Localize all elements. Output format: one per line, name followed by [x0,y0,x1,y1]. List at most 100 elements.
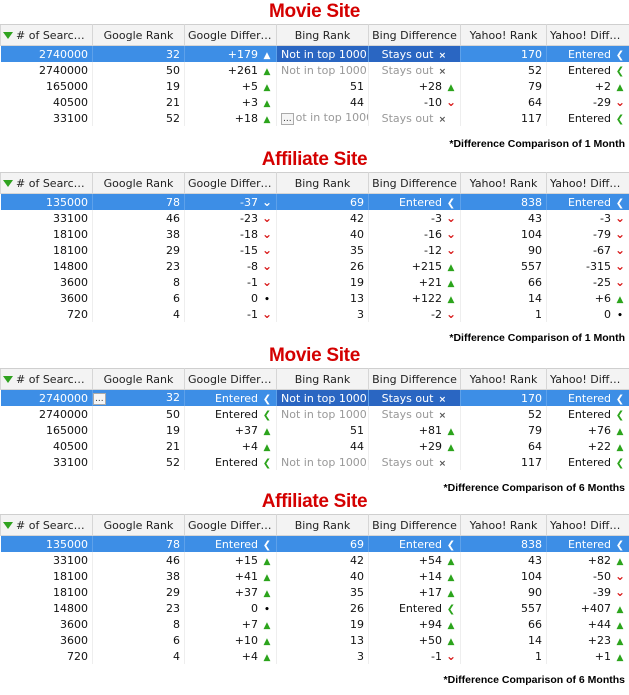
cell-searches: 135000 [0,193,93,210]
cell-google-rank: 8 [92,274,185,290]
cell-searches: 33100 [0,110,93,126]
ellipsis-button[interactable]: ... [93,393,106,405]
column-header-bing-rank[interactable]: Bing Rank [276,368,369,390]
table-row[interactable]: 3600 6 +10 ▲ 13 +50 ▲ 14 +23 ▲ [0,632,629,648]
cell-value: +261 [227,63,258,77]
column-header-bing-difference[interactable]: Bing Difference [368,514,461,536]
column-header-yahoo-rank[interactable]: Yahoo! Rank [460,514,547,536]
table-row[interactable]: 2740000 50 Entered ❮ Not in top 1000 Stays ou… [0,406,629,422]
cell-google-difference: -15 ⌄ [184,242,277,258]
table-row-selected[interactable]: 135000 78 Entered ❮ 69 Entered ❮ 838 Entered ❮ [0,535,629,552]
column-header-google-rank[interactable]: Google Rank [92,514,185,536]
table-row[interactable]: 18100 29 -15 ⌄ 35 -12 ⌄ 90 -67 ⌄ [0,242,629,258]
cell-searches: 14800 [0,258,93,274]
column-header-google-difference[interactable]: Google Differen... [184,368,277,390]
cell-bing-rank: 42 [276,210,369,226]
cell-value: 2740000 [39,407,88,421]
column-header-yahoo-rank[interactable]: Yahoo! Rank [460,368,547,390]
up-arrow-icon: ▲ [263,82,271,93]
cell-google-difference: +37 ▲ [184,584,277,600]
column-header-label: Google Difference [188,28,276,42]
cell-value: -12 [424,244,442,257]
column-header-google-rank[interactable]: Google Rank [92,368,185,390]
cell-value: +94 [418,617,442,631]
cell-bing-rank: Not in top 1000 [276,389,369,406]
column-header-yahoo-difference[interactable]: Yahoo! Differ... [546,514,629,536]
table-row[interactable]: 3600 6 0 • 13 +122 ▲ 14 +6 ▲ [0,290,629,306]
x-icon: × [438,394,447,405]
column-header-searches[interactable]: # of Searches [0,24,93,46]
table-row-selected[interactable]: 135000 78 -37 ⌄ 69 Entered ❮ 838 Entered ❮ [0,193,629,210]
cell-value: -16 [424,228,442,241]
table-row[interactable]: 18100 29 +37 ▲ 35 +17 ▲ 90 -39 ⌄ [0,584,629,600]
table-row[interactable]: 33100 46 +15 ▲ 42 +54 ▲ 43 +82 ▲ [0,552,629,568]
cell-bing-difference: Stays out × [368,406,461,422]
table-row[interactable]: 3600 8 -1 ⌄ 19 +21 ▲ 66 -25 ⌄ [0,274,629,290]
column-header-google-difference[interactable]: Google Differen... [184,514,277,536]
column-header-bing-rank[interactable]: Bing Rank [276,24,369,46]
table-row[interactable]: 18100 38 -18 ⌄ 40 -16 ⌄ 104 -79 ⌄ [0,226,629,242]
column-header-bing-rank[interactable]: Bing Rank [276,514,369,536]
column-header-searches[interactable]: # of Searches [0,172,93,194]
cell-value: +37 [234,423,258,437]
column-header-yahoo-difference[interactable]: Yahoo! Differ... [546,368,629,390]
column-header-yahoo-difference[interactable]: Yahoo! Differ... [546,172,629,194]
cell-value: 14 [528,633,542,647]
table-row[interactable]: 165000 19 +5 ▲ 51 +28 ▲ 79 +2 ▲ [0,78,629,94]
table-row[interactable]: 2740000 50 +261 ▲ Not in top 1000 Stays out × 5… [0,62,629,78]
table-row[interactable]: 18100 38 +41 ▲ 40 +14 ▲ 104 -50 ⌄ [0,568,629,584]
column-header-google-difference[interactable]: Google Differen... [184,172,277,194]
cell-value: Entered [567,407,611,421]
cell-value: 838 [521,195,542,209]
column-header-bing-difference[interactable]: Bing Difference [368,172,461,194]
down-arrow-icon: ⌄ [446,649,457,663]
x-icon: × [438,114,447,125]
column-header-searches[interactable]: # of Searches [0,368,93,390]
column-header-bing-difference[interactable]: Bing Difference [368,368,461,390]
cell-value: 1 [535,307,542,321]
column-header-google-rank[interactable]: Google Rank [92,24,185,46]
cell-searches: 33100 [0,454,93,470]
cell-bing-rank: 26 [276,600,369,616]
table-row[interactable]: 40500 21 +4 ▲ 44 +29 ▲ 64 +22 ▲ [0,438,629,454]
table-row[interactable]: 33100 52 Entered ❮ Not in top 1000 Stays out ×… [0,454,629,470]
table-row[interactable]: 33100 46 -23 ⌄ 42 -3 ⌄ 43 -3 ⌄ [0,210,629,226]
column-header-yahoo-rank[interactable]: Yahoo! Rank [460,172,547,194]
cell-value: 46 [166,211,180,225]
column-header-yahoo-difference[interactable]: Yahoo! Difference [546,24,629,46]
table-row[interactable]: 165000 19 +37 ▲ 51 +81 ▲ 79 +76 ▲ [0,422,629,438]
cell-value: 18100 [53,569,88,583]
table-row[interactable]: 3600 8 +7 ▲ 19 +94 ▲ 66 +44 ▲ [0,616,629,632]
cell-searches: 135000 [0,535,93,552]
column-header-yahoo-rank[interactable]: Yahoo! Rank [460,24,547,46]
cell-value: 3600 [60,275,88,289]
column-header-label: Yahoo! Rank [469,176,538,190]
table-row[interactable]: 720 4 +4 ▲ 3 -1 ⌄ 1 +1 ▲ [0,648,629,664]
cell-value: -50 [593,570,611,583]
table-row-selected[interactable]: 2740000 32 +179 ▲ Not in top 1000 Stays out × 1… [0,45,629,62]
column-header-label: Yahoo! Differ... [550,176,629,190]
up-arrow-icon: ▲ [447,556,455,567]
ellipsis-button[interactable]: ... [281,113,294,125]
table-row[interactable]: 33100 52 +18 ▲... ot in top 1000 Stays out × 11… [0,110,629,126]
column-header-searches[interactable]: # of Searches [0,514,93,536]
cell-google-difference: 0 • [184,600,277,616]
column-header-google-difference[interactable]: Google Difference [184,24,277,46]
cell-google-difference: Entered ❮ [184,454,277,470]
table-row[interactable]: 14800 23 -8 ⌄ 26 +215 ▲ 557 -315 ⌄ [0,258,629,274]
table-row[interactable]: 14800 23 0 • 26 Entered ❮ 557 +407 ▲ [0,600,629,616]
cell-value: -37 [240,196,258,209]
table-row-selected[interactable]: 2740000... 32 Entered ❮ Not in top 1000 Stays… [0,389,629,406]
cell-value: Entered [567,47,611,61]
column-header-google-rank[interactable]: Google Rank [92,172,185,194]
cell-bing-rank: 69 [276,193,369,210]
cell-google-difference: +4 ▲ [184,438,277,454]
table-row[interactable]: 40500 21 +3 ▲ 44 -10 ⌄ 64 -29 ⌄ [0,94,629,110]
cell-value: 19 [350,617,364,631]
column-header-bing-difference[interactable]: Bing Difference [368,24,461,46]
cell-value: 35 [350,585,364,599]
table-row[interactable]: 720 4 -1 ⌄ 3 -2 ⌄ 1 0 • [0,306,629,322]
column-header-bing-rank[interactable]: Bing Rank [276,172,369,194]
column-header-label: Google Rank [103,518,174,532]
left-arrow-icon: ❮ [615,65,625,77]
